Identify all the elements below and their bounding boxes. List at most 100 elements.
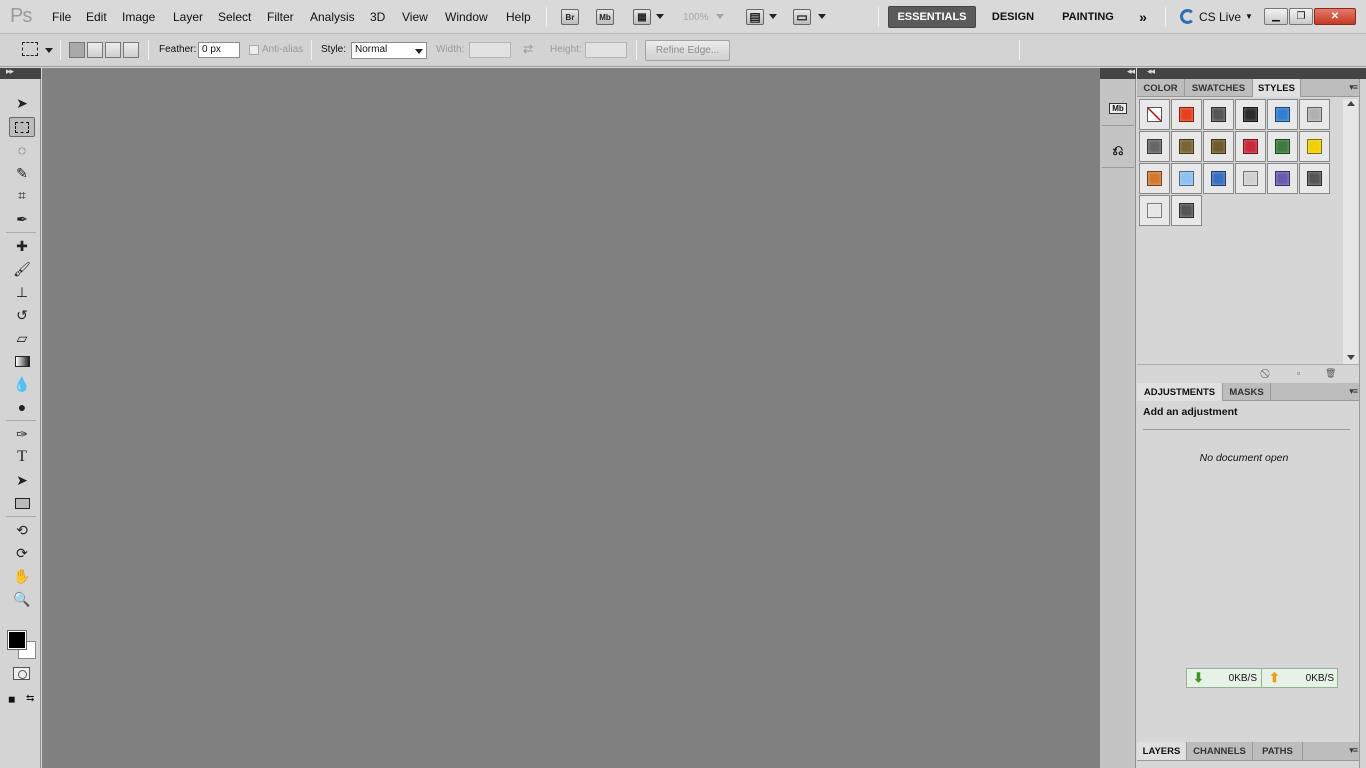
panels-header[interactable]: ◂◂ bbox=[1137, 66, 1366, 79]
cs-live-menu[interactable]: CS Live ▼ bbox=[1180, 9, 1253, 24]
menu-layer[interactable]: Layer bbox=[173, 10, 203, 24]
style-preset[interactable] bbox=[1139, 163, 1170, 194]
style-preset[interactable] bbox=[1139, 195, 1170, 226]
collapse-dock-icon[interactable]: ◂◂ bbox=[1127, 66, 1135, 77]
hand-tool[interactable]: ✋ bbox=[9, 566, 35, 586]
panel-menu-icon[interactable]: ▾≡ bbox=[1349, 386, 1358, 397]
quick-mask-button[interactable] bbox=[13, 667, 30, 680]
width-input[interactable] bbox=[469, 42, 511, 58]
dock-header[interactable]: ◂◂ bbox=[1100, 66, 1136, 79]
menu-window[interactable]: Window bbox=[445, 10, 488, 24]
anti-alias-checkbox[interactable] bbox=[249, 45, 259, 55]
menu-filter[interactable]: Filter bbox=[267, 10, 294, 24]
style-preset[interactable] bbox=[1235, 163, 1266, 194]
style-preset[interactable] bbox=[1267, 99, 1298, 130]
intersect-selection-mode-button[interactable] bbox=[123, 42, 139, 58]
screen-mode-button[interactable]: ▭ bbox=[793, 9, 811, 25]
add-to-selection-mode-button[interactable] bbox=[87, 42, 103, 58]
tab-layers[interactable]: LAYERS bbox=[1137, 742, 1187, 760]
tab-styles[interactable]: STYLES bbox=[1253, 79, 1301, 97]
collapse-panels-icon[interactable]: ◂◂ bbox=[1147, 66, 1155, 77]
tab-color[interactable]: COLOR bbox=[1137, 79, 1185, 97]
style-preset[interactable] bbox=[1203, 163, 1234, 194]
menu-file[interactable]: File bbox=[52, 10, 71, 24]
delete-style-icon[interactable]: 🗑 bbox=[1325, 368, 1336, 379]
history-brush-tool[interactable]: ↺ bbox=[9, 305, 35, 325]
panel-menu-icon[interactable]: ▾≡ bbox=[1349, 82, 1358, 93]
launch-minibridge-button[interactable]: Mb bbox=[596, 9, 614, 25]
style-preset[interactable] bbox=[1235, 131, 1266, 162]
minimize-window-button[interactable]: ▁ bbox=[1264, 8, 1288, 25]
quick-selection-tool[interactable]: ✎ bbox=[9, 163, 35, 183]
3d-rotate-tool[interactable]: ⟲ bbox=[9, 520, 35, 540]
style-preset[interactable] bbox=[1299, 163, 1330, 194]
menu-select[interactable]: Select bbox=[218, 10, 251, 24]
style-preset[interactable] bbox=[1139, 131, 1170, 162]
style-preset[interactable] bbox=[1139, 99, 1170, 130]
swap-dimensions-icon[interactable]: ⇄ bbox=[523, 42, 533, 56]
style-preset[interactable] bbox=[1267, 131, 1298, 162]
tool-preset-dropdown-icon[interactable] bbox=[45, 48, 53, 53]
menu-edit[interactable]: Edit bbox=[86, 10, 107, 24]
workspace-essentials-button[interactable]: ESSENTIALS bbox=[888, 6, 976, 28]
arrange-documents-button[interactable]: ▤ bbox=[746, 9, 764, 25]
expand-toolbox-icon[interactable]: ▸▸ bbox=[6, 66, 14, 77]
tab-swatches[interactable]: SWATCHES bbox=[1185, 79, 1253, 97]
clone-stamp-tool[interactable]: ⊥ bbox=[9, 282, 35, 302]
pen-tool[interactable]: ✑ bbox=[9, 424, 35, 444]
tab-channels[interactable]: CHANNELS bbox=[1187, 742, 1253, 760]
arrange-documents-dropdown-icon[interactable] bbox=[769, 14, 777, 19]
style-preset[interactable] bbox=[1171, 195, 1202, 226]
menu-3d[interactable]: 3D bbox=[370, 10, 385, 24]
style-preset[interactable] bbox=[1171, 99, 1202, 130]
eyedropper-tool[interactable]: ✒ bbox=[9, 209, 35, 229]
panel-menu-icon[interactable]: ▾≡ bbox=[1349, 745, 1358, 756]
style-preset[interactable] bbox=[1299, 99, 1330, 130]
type-tool[interactable]: T bbox=[9, 447, 35, 467]
zoom-level[interactable]: 100% bbox=[683, 12, 709, 23]
scroll-down-icon[interactable] bbox=[1347, 355, 1355, 360]
style-preset[interactable] bbox=[1299, 131, 1330, 162]
zoom-tool[interactable]: 🔍 bbox=[9, 589, 35, 609]
default-colors-icon[interactable]: ◼ bbox=[8, 694, 15, 705]
minibridge-panel-button[interactable]: Mb bbox=[1105, 95, 1131, 121]
style-preset[interactable] bbox=[1171, 163, 1202, 194]
style-preset[interactable] bbox=[1267, 163, 1298, 194]
view-extras-dropdown-icon[interactable] bbox=[656, 14, 664, 19]
spot-healing-brush-tool[interactable]: ✚ bbox=[9, 236, 35, 256]
zoom-dropdown-icon[interactable] bbox=[716, 14, 724, 19]
menu-help[interactable]: Help bbox=[506, 10, 531, 24]
new-selection-mode-button[interactable] bbox=[69, 42, 85, 58]
tab-adjustments[interactable]: ADJUSTMENTS bbox=[1137, 383, 1223, 401]
rectangle-tool[interactable] bbox=[9, 493, 35, 513]
menu-analysis[interactable]: Analysis bbox=[310, 10, 355, 24]
gradient-tool[interactable] bbox=[9, 351, 35, 371]
height-input[interactable] bbox=[585, 42, 627, 58]
menu-view[interactable]: View bbox=[402, 10, 428, 24]
crop-tool[interactable]: ⌗ bbox=[9, 185, 35, 205]
marquee-preset-icon[interactable] bbox=[22, 42, 38, 56]
blur-tool[interactable]: 💧 bbox=[9, 374, 35, 394]
style-preset[interactable] bbox=[1171, 131, 1202, 162]
foreground-color-swatch[interactable] bbox=[7, 630, 27, 650]
view-extras-button[interactable]: ▦ bbox=[633, 9, 651, 25]
rectangular-marquee-tool[interactable] bbox=[9, 117, 35, 137]
workspace-design-button[interactable]: DESIGN bbox=[982, 6, 1044, 28]
swap-colors-icon[interactable]: ⇆ bbox=[26, 693, 34, 704]
tab-paths[interactable]: PATHS bbox=[1253, 742, 1303, 760]
tab-masks[interactable]: MASKS bbox=[1223, 383, 1271, 401]
scroll-up-icon[interactable] bbox=[1347, 101, 1355, 106]
lasso-tool[interactable]: ◌ bbox=[9, 140, 35, 160]
brush-tool[interactable]: 🖌 bbox=[9, 259, 35, 279]
style-preset[interactable] bbox=[1203, 99, 1234, 130]
close-window-button[interactable]: ✕ bbox=[1314, 8, 1356, 25]
path-selection-tool[interactable]: ➤ bbox=[9, 470, 35, 490]
maximize-window-button[interactable]: ❐ bbox=[1289, 8, 1313, 25]
eraser-tool[interactable]: ▱ bbox=[9, 328, 35, 348]
launch-bridge-button[interactable]: Br bbox=[561, 9, 579, 25]
3d-orbit-tool[interactable]: ⟳ bbox=[9, 543, 35, 563]
toolbox-header[interactable]: ▸▸ bbox=[0, 66, 41, 79]
workspace-painting-button[interactable]: PAINTING bbox=[1050, 6, 1126, 28]
new-style-icon[interactable]: ▫ bbox=[1297, 368, 1300, 378]
refine-edge-button[interactable]: Refine Edge... bbox=[645, 40, 730, 61]
